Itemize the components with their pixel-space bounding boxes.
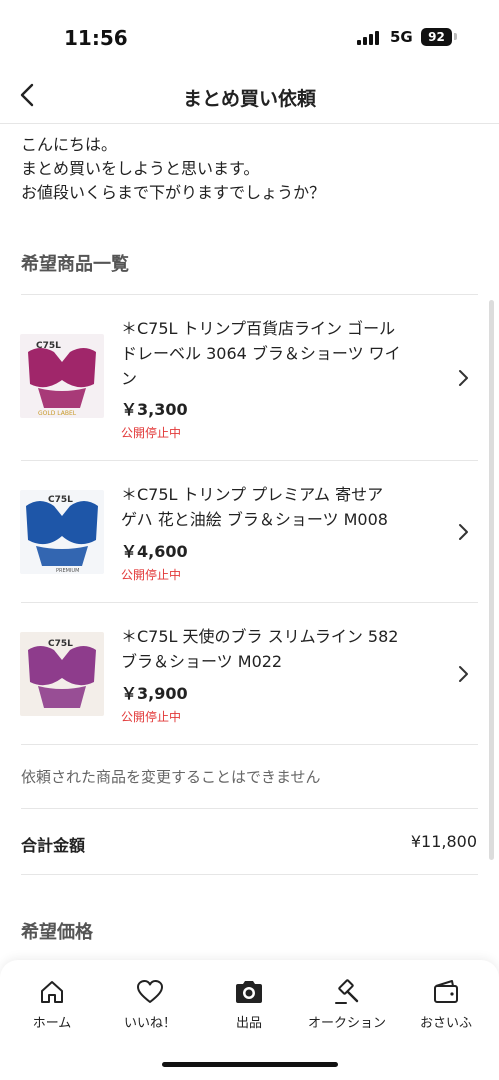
tab-label: おさいふ [419,1016,472,1031]
item-title-line: ＊C75L 天使のブラ スリムライン 582 [121,627,399,646]
product-thumbnail: C75L GOLD LABEL [20,334,104,418]
tab-label: オークション [307,1016,386,1031]
item-status: 公開停止中 [121,568,182,582]
chevron-right-icon [459,666,468,682]
divider [21,294,478,295]
tab-sell[interactable]: 出品 [199,978,299,1031]
product-thumbnail: C75L [20,632,104,716]
gavel-icon [335,979,359,1004]
camera-icon [236,981,262,1003]
status-bar: 11:56 5G 92 [0,0,499,70]
item-title-line: ブラ＆ショーツ M022 [121,652,283,671]
heart-icon [137,980,163,1003]
item-price: ￥3,900 [121,684,188,703]
message-line: こんにちは。 [21,135,118,154]
item-title-line: ゲハ 花と油絵 ブラ＆ショーツ M008 [121,510,388,529]
total-value: ¥11,800 [410,832,477,851]
item-price: ￥4,600 [121,542,188,561]
product-thumbnail: C75L PREMIUM [20,490,104,574]
message-line: お値段いくらまで下がりますでしょうか？ [21,183,326,202]
chevron-right-icon [459,524,468,540]
tab-wallet[interactable]: おさいふ [396,978,496,1031]
item-title: ＊C75L 天使のブラ スリムライン 582 ブラ＆ショーツ M022 [121,624,441,674]
page-title: まとめ買い依頼 [182,88,316,110]
network-type: 5G [390,28,413,46]
thumb-caption: GOLD LABEL [38,410,77,417]
tab-label: いいね！ [123,1016,176,1031]
change-note: 依頼された商品を変更することはできません [21,768,321,786]
list-item[interactable]: C75L ＊C75L 天使のブラ スリムライン 582 ブラ＆ショーツ M022… [0,604,499,746]
home-indicator [162,1062,338,1067]
item-title: ＊C75L トリンプ百貨店ライン ゴール ドレーベル 3064 ブラ＆ショーツ … [121,316,441,391]
message-line: まとめ買いをしようと思います。 [21,159,260,178]
thumb-label: C75L [36,341,61,351]
tab-home[interactable]: ホーム [2,978,102,1031]
request-message: こんにちは。 まとめ買いをしようと思います。 お値段いくらまで下がりますでしょう… [21,133,481,205]
total-label: 合計金額 [21,836,86,855]
item-title-line: ＊C75L トリンプ プレミアム 寄せア [121,485,384,504]
divider [21,602,478,603]
tab-auction[interactable]: オークション [297,978,397,1031]
divider [21,808,478,809]
divider [21,874,478,875]
tab-label: 出品 [235,1016,262,1031]
signal-icon [357,31,383,45]
item-status: 公開停止中 [121,710,182,724]
items-heading: 希望商品一覧 [21,254,129,275]
price-heading: 希望価格 [21,922,93,943]
list-item[interactable]: C75L GOLD LABEL ＊C75L トリンプ百貨店ライン ゴール ドレー… [0,296,499,440]
thumb-label: C75L [48,495,73,505]
item-title-line: ＊C75L トリンプ百貨店ライン ゴール [121,319,396,338]
status-time: 11:56 [64,26,128,50]
thumb-caption: PREMIUM [56,568,79,574]
battery-icon: 92 [421,28,452,46]
wallet-icon [434,980,458,1003]
list-item[interactable]: C75L PREMIUM ＊C75L トリンプ プレミアム 寄せア ゲハ 花と油… [0,462,499,604]
item-price: ￥3,300 [121,400,188,419]
item-status: 公開停止中 [121,426,182,440]
divider [21,744,478,745]
battery-nub [454,33,457,40]
item-title-line: ドレーベル 3064 ブラ＆ショーツ ワイ [121,344,401,363]
divider [21,460,478,461]
item-title-line: ン [121,369,138,388]
tab-label: ホーム [32,1016,72,1031]
chevron-right-icon [459,370,468,386]
home-icon [41,981,63,1003]
scrollbar[interactable] [489,300,494,860]
thumb-label: C75L [48,639,73,649]
item-title: ＊C75L トリンプ プレミアム 寄せア ゲハ 花と油絵 ブラ＆ショーツ M00… [121,482,441,532]
tab-likes[interactable]: いいね！ [100,978,200,1031]
nav-header: まとめ買い依頼 [0,70,499,124]
